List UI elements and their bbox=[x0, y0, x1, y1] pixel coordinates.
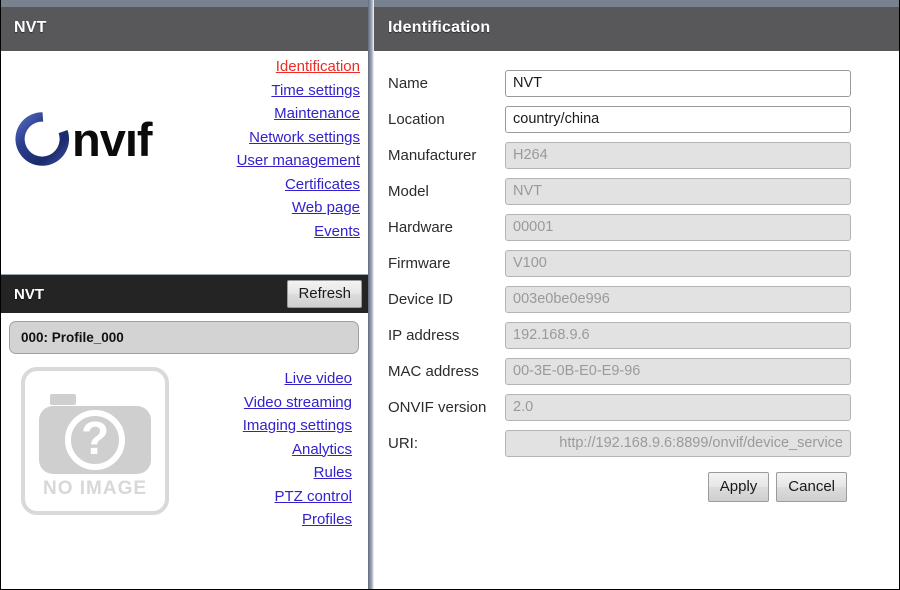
nav-link-identification[interactable]: Identification bbox=[200, 55, 360, 79]
media-link-live-video[interactable]: Live video bbox=[170, 367, 352, 391]
label-onvif-version: ONVIF version bbox=[388, 398, 487, 416]
profile-select-value: 000: Profile_000 bbox=[21, 330, 124, 345]
form-row-mac-address: MAC address bbox=[374, 353, 900, 389]
media-panel-body: 000: Profile_000 ? NO IMAGE Live video V… bbox=[0, 313, 368, 590]
label-manufacturer: Manufacturer bbox=[388, 146, 477, 164]
onvif-logo-icon: nvıf bbox=[15, 112, 153, 166]
media-row: ? NO IMAGE Live video Video streaming Im… bbox=[8, 354, 360, 532]
uri-field bbox=[505, 429, 851, 457]
form-row-name: Name bbox=[374, 65, 900, 101]
form-row-onvif-version: ONVIF version bbox=[374, 389, 900, 425]
mac-address-field bbox=[505, 357, 851, 385]
no-image-label: NO IMAGE bbox=[43, 478, 147, 499]
page-title: Identification bbox=[388, 19, 491, 36]
refresh-button[interactable]: Refresh bbox=[287, 280, 362, 308]
media-panel-title: NVT bbox=[14, 285, 44, 303]
name-field[interactable] bbox=[505, 69, 851, 97]
apply-button[interactable]: Apply bbox=[707, 472, 770, 502]
label-ip-address: IP address bbox=[388, 326, 460, 344]
device-nav-links: Identification Time settings Maintenance… bbox=[200, 51, 368, 243]
location-field[interactable] bbox=[505, 105, 851, 133]
label-device-id: Device ID bbox=[388, 290, 454, 308]
nav-link-network-settings[interactable]: Network settings bbox=[200, 126, 360, 150]
onvif-logo-wrap: nvıf bbox=[0, 51, 200, 169]
onvif-device-manager-window: NVT nvıf Identification Time settings Ma… bbox=[0, 0, 900, 590]
media-panel-header: NVT Refresh bbox=[0, 274, 368, 313]
device-panel-body: nvıf Identification Time settings Mainte… bbox=[0, 51, 368, 274]
model-field bbox=[505, 177, 851, 205]
ip-address-field bbox=[505, 321, 851, 349]
media-link-imaging-settings[interactable]: Imaging settings bbox=[170, 414, 352, 438]
profile-select[interactable]: 000: Profile_000 bbox=[9, 321, 359, 354]
form-row-model: Model bbox=[374, 173, 900, 209]
form-row-hardware: Hardware bbox=[374, 209, 900, 245]
svg-text:nvıf: nvıf bbox=[72, 113, 153, 166]
media-link-video-streaming[interactable]: Video streaming bbox=[170, 391, 352, 415]
label-name: Name bbox=[388, 74, 429, 92]
manufacturer-field bbox=[505, 141, 851, 169]
form-row-uri: URI: bbox=[374, 425, 900, 461]
cancel-button[interactable]: Cancel bbox=[776, 472, 847, 502]
no-image-icon: ? NO IMAGE bbox=[21, 367, 169, 515]
form-actions: Apply Cancel bbox=[374, 461, 900, 502]
identification-form: Name Location Manufacturer Model Hardwar… bbox=[374, 51, 900, 590]
media-link-profiles[interactable]: Profiles bbox=[170, 508, 352, 532]
onvif-version-field bbox=[505, 393, 851, 421]
media-link-rules[interactable]: Rules bbox=[170, 461, 352, 485]
nav-link-certificates[interactable]: Certificates bbox=[200, 173, 360, 197]
firmware-field bbox=[505, 249, 851, 277]
nav-link-events[interactable]: Events bbox=[200, 220, 360, 244]
hardware-field bbox=[505, 213, 851, 241]
label-firmware: Firmware bbox=[388, 254, 451, 272]
nav-link-maintenance[interactable]: Maintenance bbox=[200, 102, 360, 126]
form-row-firmware: Firmware bbox=[374, 245, 900, 281]
label-uri: URI: bbox=[388, 434, 418, 452]
device-id-field bbox=[505, 285, 851, 313]
media-link-analytics[interactable]: Analytics bbox=[170, 438, 352, 462]
left-column: NVT nvıf Identification Time settings Ma… bbox=[0, 0, 368, 590]
media-nav-links: Live video Video streaming Imaging setti… bbox=[170, 366, 360, 532]
form-row-device-id: Device ID bbox=[374, 281, 900, 317]
label-model: Model bbox=[388, 182, 429, 200]
form-row-manufacturer: Manufacturer bbox=[374, 137, 900, 173]
no-image-placeholder: ? NO IMAGE bbox=[20, 366, 170, 516]
nav-link-time-settings[interactable]: Time settings bbox=[200, 79, 360, 103]
nav-link-web-page[interactable]: Web page bbox=[200, 196, 360, 220]
svg-text:?: ? bbox=[81, 412, 109, 464]
media-link-ptz-control[interactable]: PTZ control bbox=[170, 485, 352, 509]
device-panel-title: NVT bbox=[14, 19, 47, 36]
label-hardware: Hardware bbox=[388, 218, 454, 236]
device-panel-header: NVT bbox=[0, 0, 368, 51]
right-column: Identification Name Location Manufacture… bbox=[374, 0, 900, 590]
nav-link-user-management[interactable]: User management bbox=[200, 149, 360, 173]
label-mac-address: MAC address bbox=[388, 362, 479, 380]
form-row-location: Location bbox=[374, 101, 900, 137]
label-location: Location bbox=[388, 110, 445, 128]
identification-panel-header: Identification bbox=[374, 0, 900, 51]
form-row-ip-address: IP address bbox=[374, 317, 900, 353]
